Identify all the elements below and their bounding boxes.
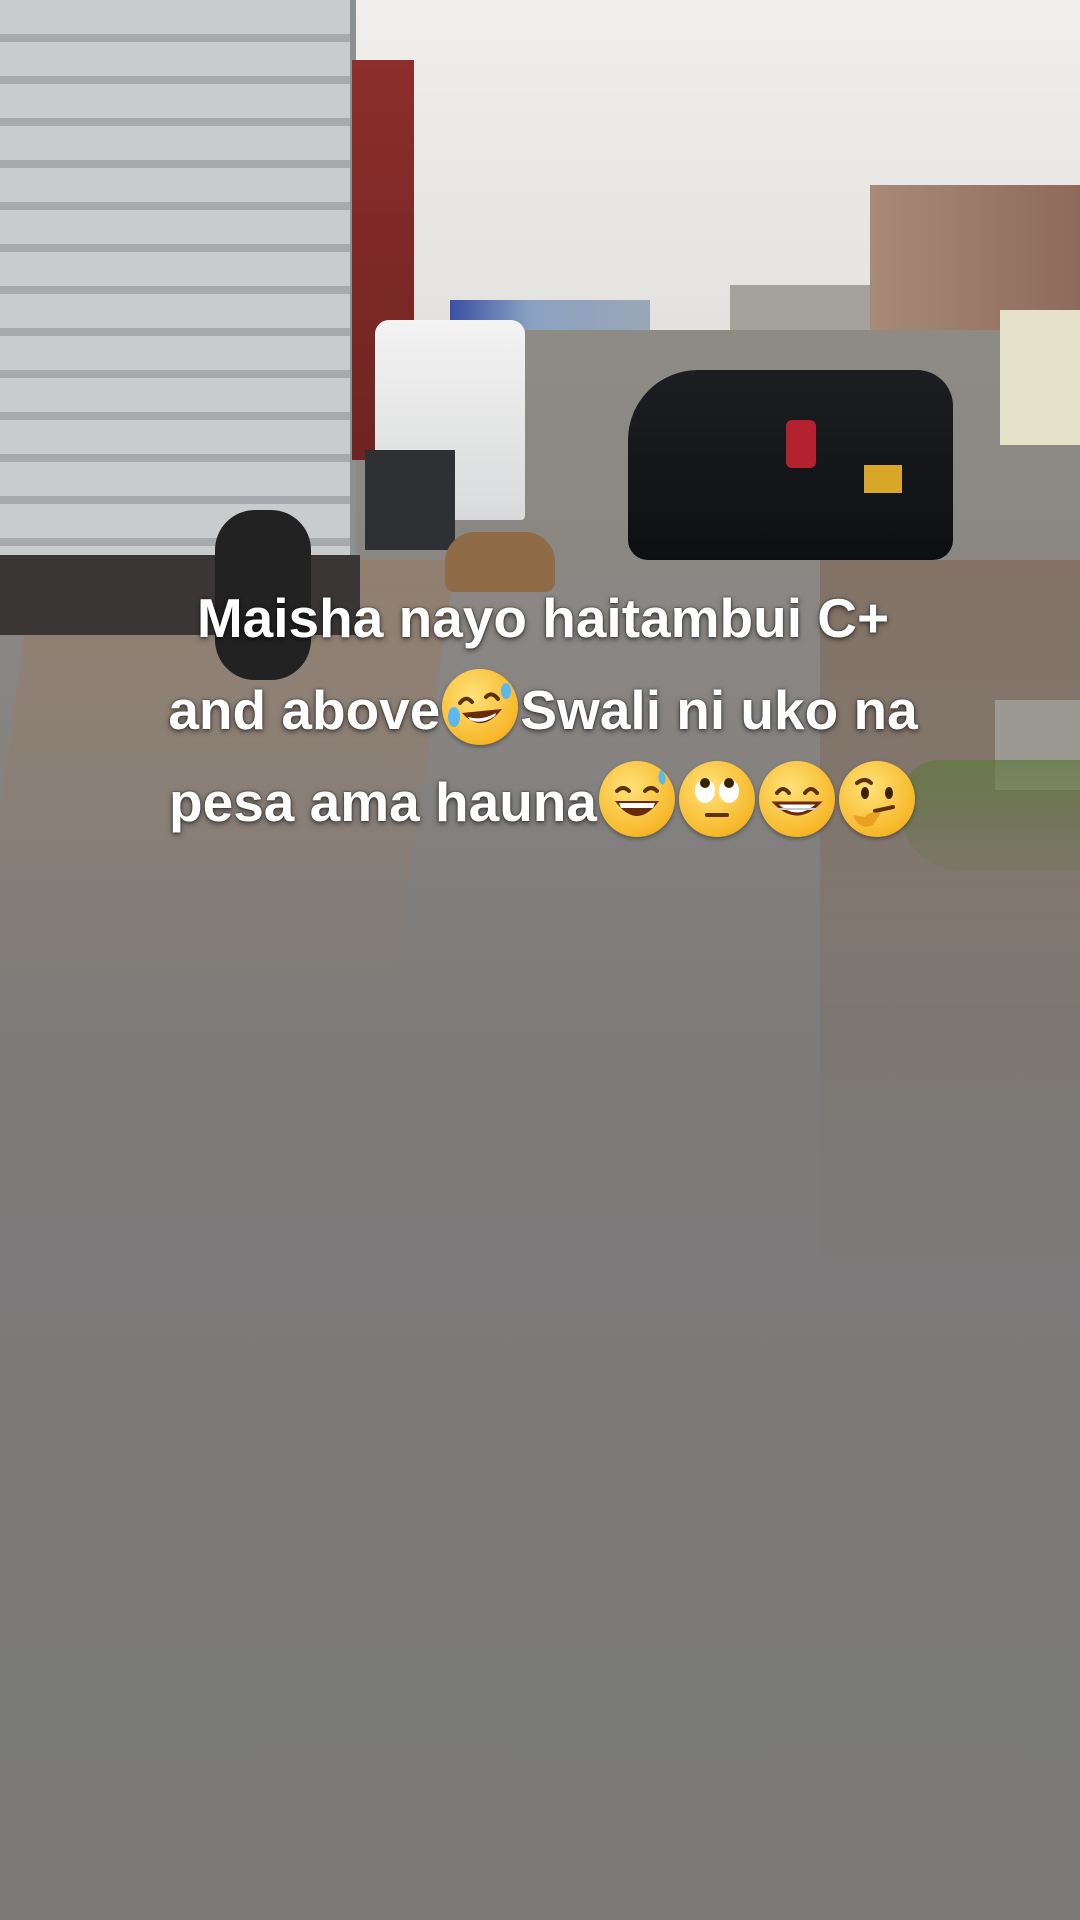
caption-text-2b: Swali ni uko na	[520, 679, 918, 741]
caption-text-2a: and above	[168, 679, 441, 741]
car-number-plate	[864, 465, 902, 493]
car-tail-light	[786, 420, 816, 468]
thinking-face-icon	[838, 761, 915, 837]
caption-line-1: Maisha nayo haitambui C+	[38, 572, 1048, 664]
caption-text-1: Maisha nayo haitambui C+	[196, 587, 890, 649]
rolling-eyes-icon	[678, 761, 755, 837]
pickup-bumper	[365, 450, 455, 550]
rolling-on-floor-laughing-icon	[442, 669, 519, 745]
video-frame[interactable]: Maisha nayo haitambui C+ and above Swali…	[0, 0, 1080, 1920]
caption-line-3: pesa ama hauna	[38, 756, 1048, 848]
beaming-grin-icon	[758, 761, 835, 837]
truck-cargo-box	[0, 0, 356, 560]
parked-van	[1000, 310, 1080, 445]
caption-text-3: pesa ama hauna	[169, 771, 597, 833]
grinning-with-sweat-icon	[598, 761, 675, 837]
caption-line-2: and above Swali ni uko na	[38, 664, 1048, 756]
video-caption: Maisha nayo haitambui C+ and above Swali…	[38, 572, 1048, 848]
